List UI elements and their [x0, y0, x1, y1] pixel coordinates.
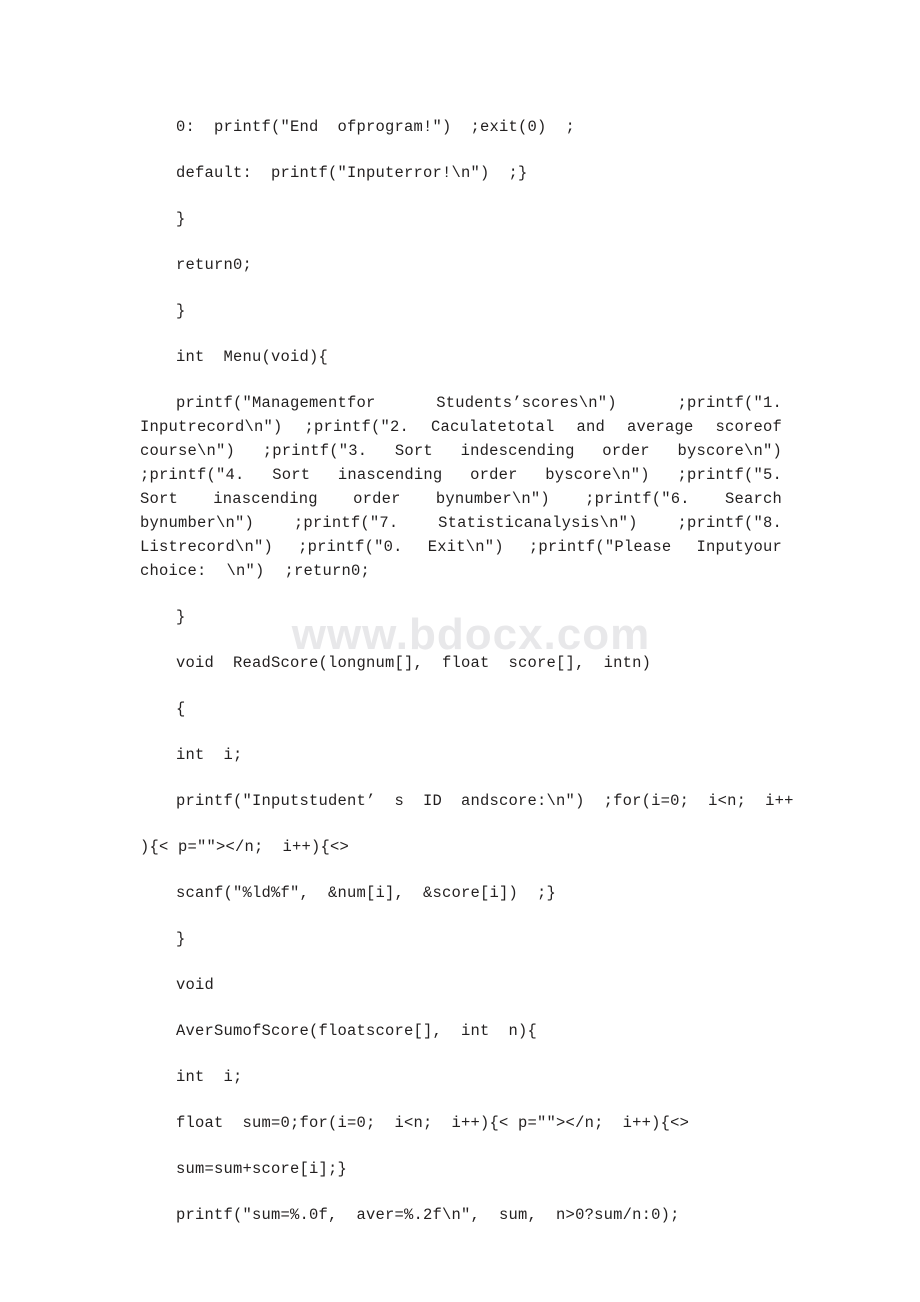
code-line-l10: int i;: [176, 746, 243, 764]
code-line-l18: float sum=0;for(i=0; i<n; i++){< p=″″></…: [176, 1114, 690, 1132]
code-line-l1: 0: printf(″End ofprogram!″) ;exit(0) ;: [176, 118, 576, 136]
code-line-l5: }: [176, 302, 186, 320]
code-line-l19: sum=sum+score[i];}: [176, 1160, 348, 1178]
code-line-l9: {: [176, 700, 186, 718]
code-line-l3: }: [176, 210, 186, 228]
code-line-l14: }: [176, 930, 186, 948]
code-line-l2: default: printf(″Inputerror!\n″) ;}: [176, 164, 528, 182]
menu-printf-paragraph: printf(″Managementfor Students’scores\n″…: [140, 394, 803, 580]
document-page: www.bdocx.com 0: printf(″End ofprogram!″…: [0, 0, 920, 1302]
code-line-l11: printf(″Inputstudent’ s ID andscore:\n″)…: [176, 792, 794, 810]
code-line-l12: ){< p=″″></n; i++){<>: [140, 838, 350, 856]
code-line-l17: int i;: [176, 1068, 243, 1086]
code-block-bottom: } void ReadScore(longnum[], float score[]…: [140, 594, 794, 1238]
code-line-l8: void ReadScore(longnum[], float score[],…: [176, 654, 652, 672]
code-line-l16: AverSumofScore(floatscore[], int n){: [176, 1022, 538, 1040]
code-line-l13: scanf(″%ld%f″, &num[i], &score[i]) ;}: [176, 884, 557, 902]
code-line-l15: void: [176, 976, 215, 994]
code-line-l7: }: [176, 608, 186, 626]
code-block-top: 0: printf(″End ofprogram!″) ;exit(0) ; de…: [140, 104, 782, 380]
code-line-l6: int Menu(void){: [176, 348, 329, 366]
code-listing: 0: printf(″End ofprogram!″) ;exit(0) ; de…: [140, 104, 803, 1238]
code-line-l4: return0;: [176, 256, 253, 274]
code-line-l20: printf(″sum=%.0f, aver=%.2f\n″, sum, n>0…: [176, 1206, 680, 1224]
